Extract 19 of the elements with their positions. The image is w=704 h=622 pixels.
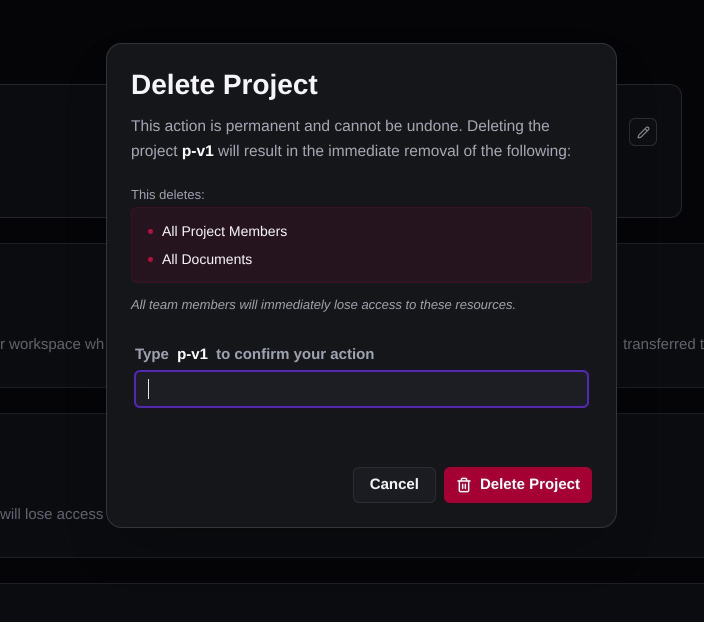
section-text: will lose access [0,505,104,525]
dialog-title: Delete Project [131,68,319,102]
bullet-icon [148,228,153,234]
pencil-icon [636,126,650,138]
cancel-button[interactable]: Cancel [352,467,436,503]
description-text: This action is permanent and cannot be undone. Deleting the project p-v1 will result in the immediate removal of the following: [131,117,572,162]
bullet-icon [148,256,153,262]
deleted-item-text: All Documents [162,250,252,269]
confirm-input[interactable] [134,370,589,408]
deletes-label: This deletes: [131,186,206,204]
section-text: transferred t [623,335,704,355]
text-cursor-icon [148,379,149,399]
edit-button[interactable] [629,118,657,146]
note-text: All team members will immediately lose access to these resources. [131,296,518,314]
delete-button[interactable]: Delete Project [444,467,592,503]
deleted-item-text: All Project Members [162,222,288,241]
trash-icon [456,477,472,493]
section-text: r workspace wh [0,335,104,355]
confirm-label: Type p-v1 to confirm your action [135,345,376,365]
